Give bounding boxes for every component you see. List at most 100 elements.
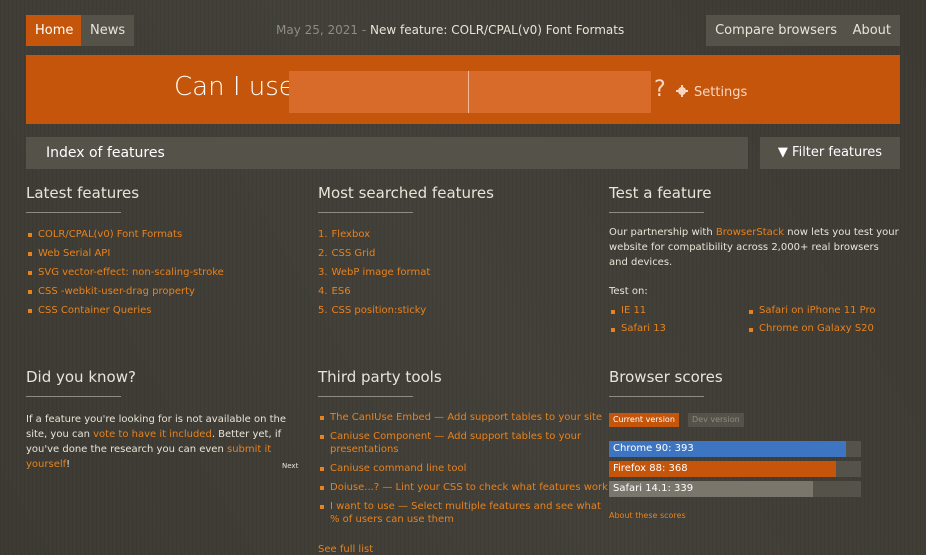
score-bar-firefox[interactable]: Firefox 88: 368 [609,461,861,477]
next-tip-button[interactable]: Next [282,462,298,470]
most-searched-link[interactable]: CSS position:sticky [332,305,427,316]
divider [26,396,121,397]
tab-dev-version[interactable]: Dev version [688,413,744,427]
most-searched-link[interactable]: ES6 [332,286,351,297]
browserstack-link[interactable]: BrowserStack [716,227,784,238]
latest-feature-link[interactable]: SVG vector-effect: non-scaling-stroke [38,267,224,278]
nav-home-link[interactable]: Home [26,15,83,46]
test-browser-link[interactable]: Safari 13 [609,323,666,334]
see-full-list-link[interactable]: See full list [318,544,373,555]
index-title[interactable]: Index of features [46,137,165,169]
search-input-primary[interactable] [289,71,471,113]
third-party-tools-section: Third party tools The CanIUse Embed — Ad… [318,368,608,555]
latest-features-section: Latest features COLR/CPAL(v0) Font Forma… [26,184,296,320]
tool-link[interactable]: I want to use — Select multiple features… [330,501,601,525]
browser-scores-title: Browser scores [609,368,723,386]
vote-link[interactable]: vote to have it included [93,429,212,440]
third-party-tools-title: Third party tools [318,368,442,386]
tool-link[interactable]: The CanIUse Embed — Add support tables t… [330,412,602,423]
most-searched-link[interactable]: Flexbox [332,229,371,240]
rank-number: 5. [318,305,328,316]
rank-number: 3. [318,267,328,278]
divider [609,396,704,397]
version-tabs: Current version Dev version [609,413,899,428]
score-bar-chrome[interactable]: Chrome 90: 393 [609,441,861,457]
score-label: Safari 14.1: 339 [613,483,694,494]
test-feature-title: Test a feature [609,184,712,202]
test-feature-section: Test a feature Our partnership with Brow… [609,184,899,334]
test-browser-link[interactable]: Chrome on Galaxy S20 [747,323,874,334]
list-item[interactable]: Doiuse...? — Lint your CSS to check what… [318,481,608,494]
list-item[interactable]: Caniuse command line tool [318,462,608,475]
filter-icon: ▼ [777,145,793,160]
divider [318,212,413,213]
divider [609,212,704,213]
score-bar-safari[interactable]: Safari 14.1: 339 [609,481,861,497]
list-item[interactable]: 4. ES6 [318,282,588,301]
rank-number: 2. [318,248,328,259]
did-you-know-title: Did you know? [26,368,136,386]
third-party-tools-list: The CanIUse Embed — Add support tables t… [318,411,608,526]
did-you-know-section: Did you know? If a feature you're lookin… [26,368,306,472]
tip-text: ! [66,459,71,470]
browser-scores-section: Browser scores Current version Dev versi… [609,368,899,520]
tool-link[interactable]: Caniuse Component — Add support tables t… [330,431,581,455]
filter-label: Filter features [792,145,883,160]
most-searched-title: Most searched features [318,184,494,202]
list-item[interactable]: CSS Container Queries [26,301,296,320]
latest-feature-link[interactable]: CSS Container Queries [38,305,152,316]
tool-link[interactable]: Doiuse...? — Lint your CSS to check what… [330,482,608,493]
list-item[interactable]: 1. Flexbox [318,225,588,244]
gear-icon [676,85,688,97]
divider [318,396,413,397]
most-searched-link[interactable]: CSS Grid [332,248,376,259]
list-item[interactable]: Caniuse Component — Add support tables t… [318,430,608,456]
list-item[interactable]: COLR/CPAL(v0) Font Formats [26,225,296,244]
nav-about-link[interactable]: About [843,15,900,46]
question-mark: ? [654,77,666,102]
most-searched-link[interactable]: WebP image format [332,267,431,278]
rank-number: 4. [318,286,328,297]
test-feature-description: Our partnership with BrowserStack now le… [609,225,899,270]
tab-current-version[interactable]: Current version [609,413,679,427]
latest-feature-link[interactable]: COLR/CPAL(v0) Font Formats [38,229,182,240]
score-label: Chrome 90: 393 [613,443,694,454]
score-label: Firefox 88: 368 [613,463,688,474]
index-bar: Index of features [26,137,748,169]
test-browser-link[interactable]: IE 11 [609,305,646,316]
news-headline[interactable]: May 25, 2021 - New feature: COLR/CPAL(v0… [276,15,624,46]
tool-link[interactable]: Caniuse command line tool [330,463,466,474]
list-item[interactable]: 3. WebP image format [318,263,588,282]
list-item[interactable]: 5. CSS position:sticky [318,301,588,320]
search-banner: Can I use ? Settings [26,55,900,124]
description-text: Our partnership with [609,227,716,238]
test-browser-link[interactable]: Safari on iPhone 11 Pro [747,305,876,316]
latest-features-list: COLR/CPAL(v0) Font Formats Web Serial AP… [26,225,296,320]
can-i-use-title: Can I use [174,72,295,102]
most-searched-section: Most searched features 1. Flexbox 2. CSS G… [318,184,588,320]
divider [26,212,121,213]
list-item[interactable]: SVG vector-effect: non-scaling-stroke [26,263,296,282]
list-item[interactable]: I want to use — Select multiple features… [318,500,608,526]
latest-feature-link[interactable]: CSS -webkit-user-drag property [38,286,195,297]
filter-features-button[interactable]: ▼ Filter features [760,137,900,169]
search-input-compare[interactable] [468,71,651,113]
most-searched-list: 1. Flexbox 2. CSS Grid 3. WebP image format… [318,225,588,320]
list-item[interactable]: Web Serial API [26,244,296,263]
news-date: May 25, 2021 [276,23,359,37]
list-item[interactable]: The CanIUse Embed — Add support tables t… [318,411,608,424]
list-item[interactable]: CSS -webkit-user-drag property [26,282,296,301]
about-scores-link[interactable]: About these scores [609,511,899,520]
nav-compare-link[interactable]: Compare browsers [706,15,846,46]
news-text[interactable]: New feature: COLR/CPAL(v0) Font Formats [370,23,624,37]
test-on-label: Test on: [609,286,648,297]
nav-news-link[interactable]: News [81,15,135,46]
settings-label: Settings [694,85,748,100]
latest-feature-link[interactable]: Web Serial API [38,248,110,259]
list-item[interactable]: 2. CSS Grid [318,244,588,263]
settings-link[interactable]: Settings [676,85,747,100]
news-separator: - [358,23,371,37]
did-you-know-text: If a feature you're looking for is not a… [26,412,308,472]
top-nav: Home News May 25, 2021 - New feature: CO… [26,15,900,46]
latest-features-title: Latest features [26,184,140,202]
